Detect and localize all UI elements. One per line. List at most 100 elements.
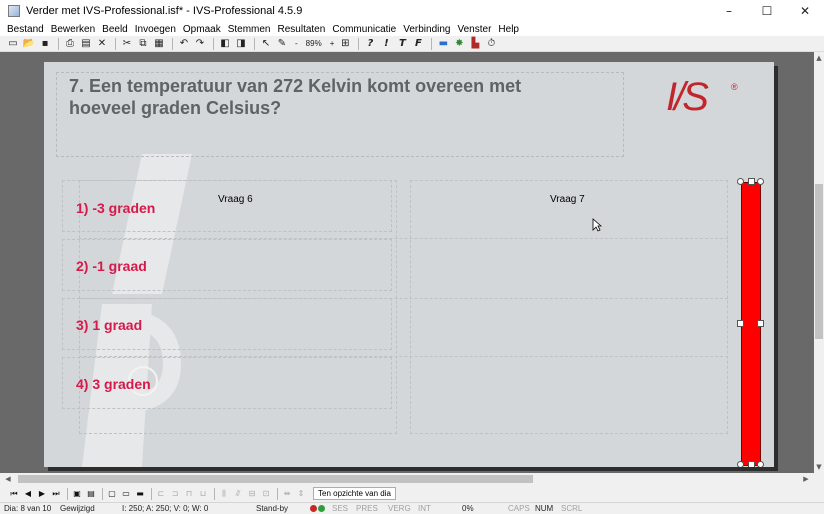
slide-canvas[interactable]: 7. Een temperatuur van 272 Kelvin komt o… xyxy=(44,62,774,467)
distribute-v-icon[interactable]: ⫻ xyxy=(232,488,244,500)
ivs-logo: I/S ® xyxy=(666,76,738,116)
same-height-icon[interactable]: ⊡ xyxy=(260,488,272,500)
same-width-icon[interactable]: ⊟ xyxy=(246,488,258,500)
minimize-button[interactable]: – xyxy=(710,0,748,22)
menu-bewerken[interactable]: Bewerken xyxy=(48,24,99,35)
send-back-icon[interactable]: ◨ xyxy=(234,37,248,50)
menu-invoegen[interactable]: Invoegen xyxy=(132,24,180,35)
redo-icon[interactable]: ↷ xyxy=(193,37,207,50)
next-slide-icon[interactable]: ▶ xyxy=(36,488,48,500)
distribute-h-icon[interactable]: ⫼ xyxy=(218,488,230,500)
resize-handle[interactable] xyxy=(737,461,744,467)
status-bar: Dia: 8 van 10 Gewijzigd I: 250; A: 250; … xyxy=(0,502,824,514)
menu-opmaak[interactable]: Opmaak xyxy=(180,24,225,35)
align-top-icon[interactable]: ⊔ xyxy=(197,488,209,500)
first-slide-icon[interactable]: ⏮ xyxy=(8,488,20,500)
menu-resultaten[interactable]: Resultaten xyxy=(275,24,330,35)
menu-verbinding[interactable]: Verbinding xyxy=(400,24,454,35)
svg-text:®: ® xyxy=(731,82,738,92)
menu-communicatie[interactable]: Communicatie xyxy=(329,24,400,35)
status-green-led-icon xyxy=(318,505,325,512)
title-bar: Verder met IVS-Professional.isf* - IVS-P… xyxy=(0,0,824,22)
resize-handle[interactable] xyxy=(748,178,755,185)
menu-bestand[interactable]: Bestand xyxy=(4,24,48,35)
menu-beeld[interactable]: Beeld xyxy=(99,24,132,35)
status-caps: CAPS xyxy=(508,504,530,513)
menu-venster[interactable]: Venster xyxy=(455,24,496,35)
scroll-right-icon[interactable]: ▶ xyxy=(800,473,812,485)
align-right-icon[interactable]: ⊓ xyxy=(183,488,195,500)
undo-icon[interactable]: ↶ xyxy=(177,37,191,50)
previous-slide-icon[interactable]: ◀ xyxy=(22,488,34,500)
center-horizontal-icon[interactable]: ⇹ xyxy=(281,488,293,500)
exclamation-button[interactable]: ! xyxy=(379,37,393,50)
normal-view-icon[interactable]: ▢ xyxy=(106,488,118,500)
false-button[interactable]: F xyxy=(411,37,425,50)
scroll-up-icon[interactable]: ▲ xyxy=(814,52,824,64)
align-left-icon[interactable]: ⊏ xyxy=(155,488,167,500)
sorter-view-icon[interactable]: ▬ xyxy=(134,488,146,500)
copy-icon[interactable]: ⧉ xyxy=(136,37,150,50)
pointer-icon[interactable]: ↖ xyxy=(259,37,273,50)
align-center-icon[interactable]: ⊐ xyxy=(169,488,181,500)
horizontal-scroll-thumb[interactable] xyxy=(18,475,533,483)
status-int: INT xyxy=(418,504,431,513)
group-icon[interactable]: ✸ xyxy=(452,37,466,50)
status-scrl: SCRL xyxy=(561,504,583,513)
print-icon[interactable]: ⎙ xyxy=(63,37,77,50)
resize-handle[interactable] xyxy=(737,178,744,185)
resize-handle[interactable] xyxy=(737,320,744,327)
status-percent: 0% xyxy=(462,504,474,513)
status-pres: PRES xyxy=(356,504,378,513)
outline-view-icon[interactable]: ▭ xyxy=(120,488,132,500)
relative-to-slide-button[interactable]: Ten opzichte van dia xyxy=(313,487,396,500)
delete-icon[interactable]: ✕ xyxy=(95,37,109,50)
menu-help[interactable]: Help xyxy=(495,24,523,35)
bring-front-icon[interactable]: ◧ xyxy=(218,37,232,50)
zoom-out-button[interactable]: - xyxy=(295,39,298,48)
cut-icon[interactable]: ✂ xyxy=(120,37,134,50)
column-label-vraag-7: Vraag 7 xyxy=(550,194,585,205)
mouse-cursor-icon xyxy=(592,218,602,232)
properties-icon[interactable]: ▤ xyxy=(79,37,93,50)
pen-icon[interactable]: ✎ xyxy=(275,37,289,50)
save-icon[interactable]: ▪ xyxy=(38,37,52,50)
center-vertical-icon[interactable]: ⇕ xyxy=(295,488,307,500)
status-slide: Dia: 8 van 10 xyxy=(4,504,52,513)
status-verg: VERG xyxy=(388,504,411,513)
timer-icon[interactable]: ⏱ xyxy=(484,37,498,50)
menu-stemmen[interactable]: Stemmen xyxy=(225,24,275,35)
zoom-level[interactable]: 89% xyxy=(306,39,322,48)
open-folder-icon[interactable]: 📂 xyxy=(22,37,36,50)
menu-bar: Bestand Bewerken Beeld Invoegen Opmaak S… xyxy=(0,22,824,36)
fit-icon[interactable]: ⊞ xyxy=(338,37,352,50)
vertical-scrollbar[interactable]: ▲ ▼ xyxy=(814,52,824,473)
answer-4: 4) 3 graden xyxy=(76,376,151,392)
window-title: Verder met IVS-Professional.isf* - IVS-P… xyxy=(26,5,303,17)
vertical-scroll-thumb[interactable] xyxy=(815,184,823,339)
close-button[interactable]: ✕ xyxy=(786,0,824,22)
results-column-box[interactable] xyxy=(410,180,728,434)
horizontal-scrollbar[interactable]: ◀ ▶ xyxy=(0,473,824,485)
last-slide-icon[interactable]: ⏭ xyxy=(50,488,62,500)
resize-handle[interactable] xyxy=(757,178,764,185)
results-column-box[interactable] xyxy=(79,180,397,434)
zoom-in-button[interactable]: + xyxy=(330,39,335,48)
new-file-icon[interactable]: ▭ xyxy=(6,37,20,50)
resize-handle[interactable] xyxy=(748,461,755,467)
true-button[interactable]: T xyxy=(395,37,409,50)
slide-navigation-bar: ⏮ ◀ ▶ ⏭ ▣ ▤ ▢ ▭ ▬ ⊏ ⊐ ⊓ ⊔ ⫼ ⫻ ⊟ ⊡ ⇹ ⇕ Te… xyxy=(0,485,824,502)
resize-handle[interactable] xyxy=(757,461,764,467)
chart-icon[interactable]: ▙ xyxy=(468,37,482,50)
answer-3: 3) 1 graad xyxy=(76,317,143,333)
slide-view-icon[interactable]: ▣ xyxy=(71,488,83,500)
status-red-led-icon xyxy=(310,505,317,512)
scroll-left-icon[interactable]: ◀ xyxy=(2,473,14,485)
question-mark-button[interactable]: ? xyxy=(363,37,377,50)
scroll-down-icon[interactable]: ▼ xyxy=(814,461,824,473)
paste-icon[interactable]: ▦ xyxy=(152,37,166,50)
resize-handle[interactable] xyxy=(757,320,764,327)
maximize-button[interactable]: ☐ xyxy=(748,0,786,22)
slide-edit-icon[interactable]: ▤ xyxy=(85,488,97,500)
image-icon[interactable]: ▬ xyxy=(436,37,450,50)
